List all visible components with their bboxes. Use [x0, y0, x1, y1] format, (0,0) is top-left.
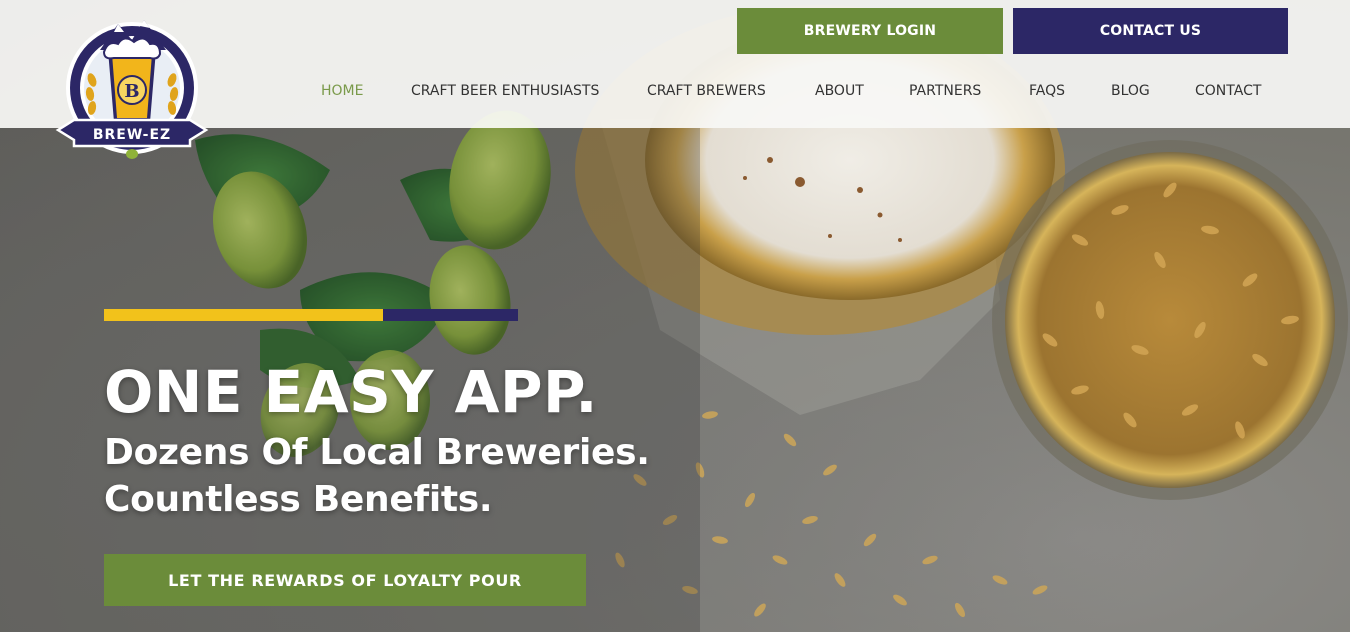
logo-badge-icon: B BREW-EZ: [55, 20, 209, 159]
hero-headline: ONE EASY APP.: [104, 358, 598, 426]
loyalty-cta-button[interactable]: LET THE REWARDS OF LOYALTY POUR: [104, 554, 586, 606]
brew-ez-logo[interactable]: B BREW-EZ: [52, 10, 212, 160]
accent-bar-yellow: [104, 309, 383, 321]
logo-letter: B: [124, 81, 139, 102]
nav-item-home[interactable]: HOME: [321, 83, 363, 99]
hero-subline-1: Dozens Of Local Breweries.: [104, 432, 650, 473]
brewery-login-button[interactable]: BREWERY LOGIN: [737, 8, 1003, 54]
nav-item-craft-brewers[interactable]: CRAFT BREWERS: [647, 83, 766, 99]
contact-us-button[interactable]: CONTACT US: [1013, 8, 1288, 54]
accent-bar-navy: [383, 309, 518, 321]
nav-item-contact[interactable]: CONTACT: [1195, 83, 1261, 99]
logo-wordmark: BREW-EZ: [93, 127, 171, 143]
nav-item-blog[interactable]: BLOG: [1111, 83, 1150, 99]
nav-item-partners[interactable]: PARTNERS: [909, 83, 981, 99]
nav-item-faqs[interactable]: FAQS: [1029, 83, 1065, 99]
nav-item-craft-beer-enthusiasts[interactable]: CRAFT BEER ENTHUSIASTS: [411, 83, 599, 99]
nav-item-about[interactable]: ABOUT: [815, 83, 864, 99]
hero-subline-2: Countless Benefits.: [104, 479, 493, 520]
